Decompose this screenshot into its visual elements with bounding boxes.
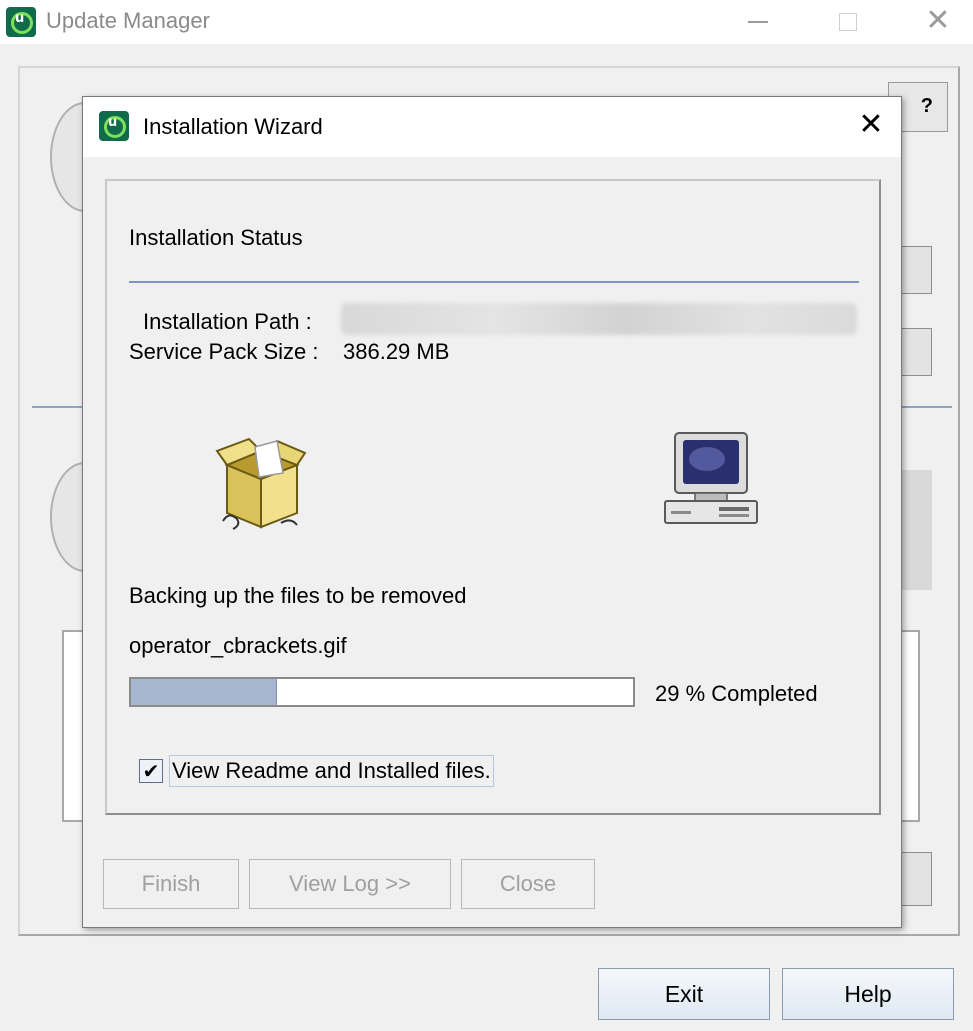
app-icon	[99, 111, 129, 141]
view-readme-checkbox-label[interactable]: View Readme and Installed files.	[169, 755, 494, 787]
section-divider	[129, 281, 859, 283]
close-button[interactable]: Close	[461, 859, 595, 909]
installation-path-label: Installation Path :	[143, 309, 312, 334]
app-icon	[6, 7, 36, 37]
maximize-button[interactable]	[826, 4, 870, 40]
service-pack-size-label: Service Pack Size :	[129, 339, 319, 364]
dialog-title: Installation Wizard	[143, 114, 323, 139]
minimize-icon	[748, 21, 768, 23]
status-message: Backing up the files to be removed	[129, 583, 467, 608]
minimize-button[interactable]	[736, 4, 780, 40]
service-pack-size-value: 386.29 MB	[343, 339, 450, 364]
exit-button[interactable]: Exit	[598, 968, 770, 1020]
view-readme-checkbox[interactable]: ✔	[139, 759, 163, 783]
maximize-icon	[839, 13, 857, 31]
outer-titlebar: Update Manager ✕	[0, 0, 973, 44]
progress-bar-fill	[131, 679, 277, 705]
progress-bar	[129, 677, 635, 707]
window-title: Update Manager	[46, 8, 210, 33]
dialog-titlebar: Installation Wizard ✕	[83, 97, 901, 157]
installation-wizard-dialog: Installation Wizard ✕ Installation Statu…	[82, 96, 902, 928]
close-icon[interactable]: ✕	[853, 107, 889, 143]
computer-icon	[664, 432, 758, 524]
finish-button[interactable]: Finish	[103, 859, 239, 909]
progress-label: 29 % Completed	[655, 681, 818, 706]
section-heading: Installation Status	[129, 225, 303, 250]
current-file-name: operator_cbrackets.gif	[129, 633, 347, 658]
installation-path-value-redacted	[341, 303, 857, 335]
window-close-button[interactable]: ✕	[916, 4, 960, 40]
installation-status-panel: Installation Status Installation Path : …	[105, 179, 881, 815]
help-button[interactable]: Help	[782, 968, 954, 1020]
package-box-icon	[215, 437, 307, 530]
view-log-button[interactable]: View Log >>	[249, 859, 451, 909]
help-icon: ?	[920, 95, 933, 117]
